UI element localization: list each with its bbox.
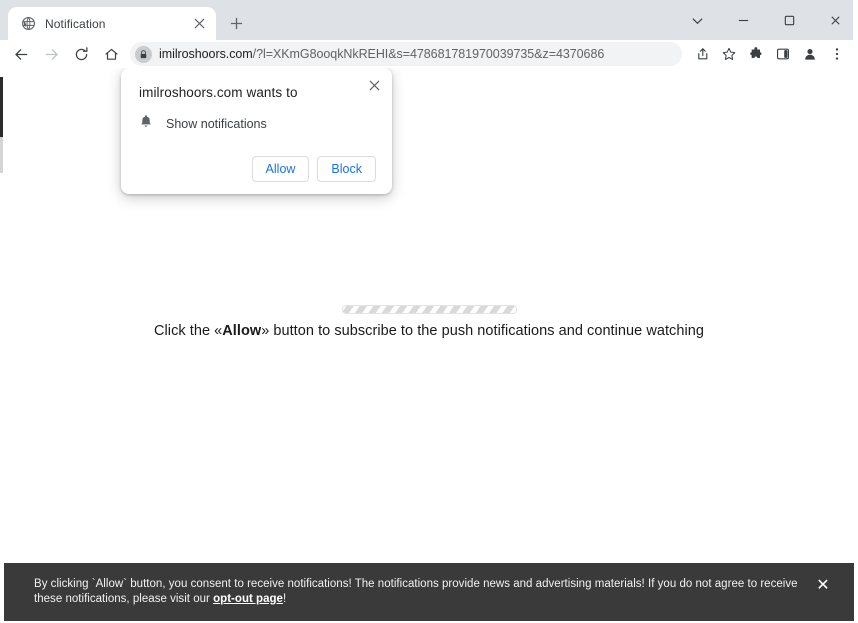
- maximize-icon[interactable]: [766, 4, 812, 36]
- home-icon[interactable]: [96, 41, 126, 67]
- three-dot-menu-icon[interactable]: [823, 41, 850, 67]
- close-icon[interactable]: [812, 4, 858, 36]
- consent-text: By clicking `Allow` button, you consent …: [34, 577, 800, 607]
- page-center-block: Click the «Allow» button to subscribe to…: [0, 305, 858, 339]
- permission-row: Show notifications: [139, 114, 376, 134]
- arrow-right-icon: [36, 41, 66, 67]
- tab-close-icon[interactable]: [190, 15, 208, 33]
- notification-permission-dialog: imilroshoors.com wants to Show notificat…: [121, 68, 392, 194]
- browser-window: Notification imilroshoors.com/?l=XKmG8oo…: [0, 0, 858, 623]
- consent-banner: By clicking `Allow` button, you consent …: [4, 563, 854, 621]
- instruction-text-after: » button to subscribe to the push notifi…: [261, 323, 704, 339]
- page-content: imilroshoors.com wants to Show notificat…: [0, 68, 858, 623]
- allow-button[interactable]: Allow: [251, 156, 310, 182]
- share-icon[interactable]: [688, 41, 715, 67]
- globe-icon: [20, 16, 36, 32]
- new-tab-button[interactable]: [222, 9, 250, 37]
- browser-toolbar: imilroshoors.com/?l=XKmG8ooqkNkREHI&s=47…: [0, 40, 858, 68]
- instruction-text-before: Click the «: [154, 323, 223, 339]
- block-button[interactable]: Block: [317, 156, 376, 182]
- bell-icon: [139, 114, 153, 134]
- dialog-title: imilroshoors.com wants to: [139, 85, 298, 100]
- opt-out-page-link[interactable]: opt-out page: [213, 593, 283, 605]
- tab-notification[interactable]: Notification: [8, 7, 216, 40]
- loading-progress-bar: [341, 305, 517, 314]
- permission-label: Show notifications: [166, 117, 267, 131]
- side-panel-icon[interactable]: [769, 41, 796, 67]
- window-controls: [674, 0, 858, 40]
- profile-avatar-icon[interactable]: [796, 41, 823, 67]
- reload-icon[interactable]: [66, 41, 96, 67]
- instruction-text-bold: Allow: [222, 323, 262, 339]
- chevron-down-icon[interactable]: [674, 4, 720, 36]
- minimize-icon[interactable]: [720, 4, 766, 36]
- window-edge: [853, 0, 858, 40]
- dialog-close-icon[interactable]: [364, 75, 384, 95]
- page-left-edge-artifact-secondary: [0, 137, 3, 173]
- page-left-edge-artifact: [0, 77, 3, 137]
- tab-title: Notification: [45, 16, 106, 31]
- consent-close-icon[interactable]: ✕: [810, 572, 836, 598]
- arrow-left-icon[interactable]: [6, 41, 36, 67]
- tab-strip: Notification: [0, 0, 858, 40]
- toolbar-actions: [688, 41, 850, 67]
- url-path: /?l=XKmG8ooqkNkREHI&s=478681781970039735…: [252, 47, 605, 61]
- puzzle-icon[interactable]: [742, 41, 769, 67]
- url-text: imilroshoors.com/?l=XKmG8ooqkNkREHI&s=47…: [159, 47, 604, 61]
- dialog-actions: Allow Block: [137, 156, 376, 182]
- consent-text-part2: !: [282, 593, 287, 605]
- address-bar[interactable]: imilroshoors.com/?l=XKmG8ooqkNkREHI&s=47…: [130, 42, 682, 66]
- instruction-text: Click the «Allow» button to subscribe to…: [154, 323, 704, 339]
- consent-text-part1: By clicking `Allow` button, you consent …: [34, 578, 798, 605]
- star-icon[interactable]: [715, 41, 742, 67]
- url-host: imilroshoors.com: [159, 47, 253, 61]
- lock-icon[interactable]: [135, 45, 152, 63]
